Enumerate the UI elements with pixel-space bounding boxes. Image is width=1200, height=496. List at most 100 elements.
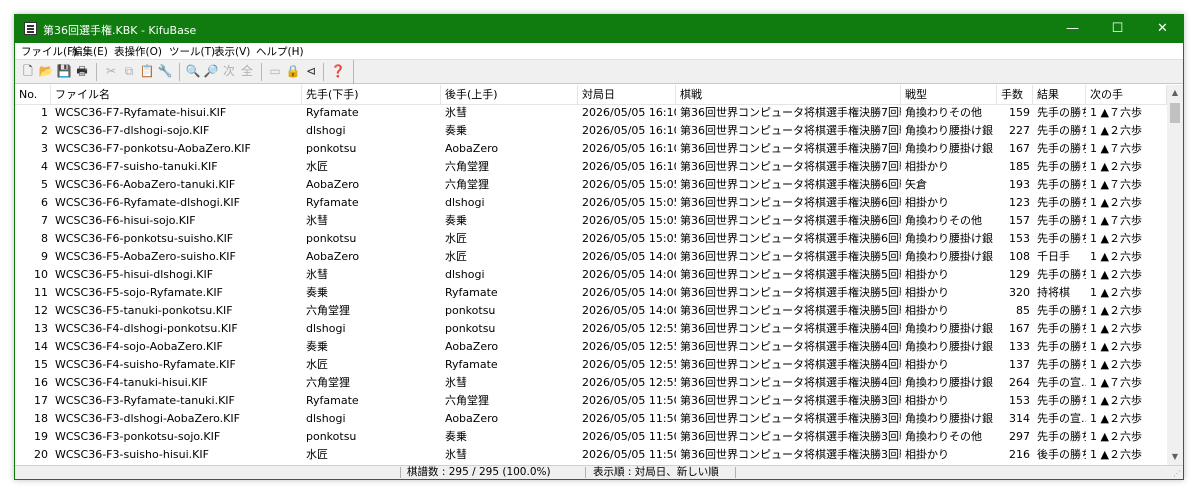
cell-no: 9 — [41, 250, 48, 263]
cell-date: 2026/05/05 15:05 — [582, 232, 676, 245]
cell-file: WCSC36-F7-suisho-tanuki.KIF — [55, 160, 218, 173]
cell-sente: Ryfamate — [306, 394, 359, 407]
scroll-thumb[interactable] — [1170, 103, 1180, 123]
paste-icon[interactable]: 📋 — [139, 63, 155, 79]
maximize-button[interactable]: ☐ — [1095, 15, 1140, 43]
cell-gote: 氷彗 — [445, 106, 467, 119]
status-bar: 棋譜数 : 295 / 295 (100.0%) 表示順 : 対局日、新しい順 … — [15, 465, 1183, 479]
copy-icon[interactable]: ⧉ — [121, 63, 137, 79]
cell-event: 第36回世界コンピュータ将棋選手権決勝7回戦 — [680, 160, 901, 173]
menu-help[interactable]: ヘルプ(H) — [256, 44, 304, 59]
table-row[interactable]: 20 WCSC36-F3-suisho-hisui.KIF 水匠 氷彗 2026/05/… — [15, 446, 1167, 464]
col-header-moves[interactable]: 手数 — [997, 85, 1033, 104]
col-header-opening[interactable]: 戦型 — [901, 85, 997, 104]
resize-grip-icon[interactable]: ⋰ — [1173, 469, 1181, 478]
cell-result: 先手の勝ち — [1037, 340, 1086, 353]
cell-event: 第36回世界コンピュータ将棋選手権決勝4回戦 — [680, 358, 901, 371]
cell-gote: 氷彗 — [445, 448, 467, 461]
save-icon[interactable]: 💾 — [56, 63, 72, 79]
cell-file: WCSC36-F3-suisho-hisui.KIF — [55, 448, 209, 461]
table-row[interactable]: 12 WCSC36-F5-tanuki-ponkotsu.KIF 六角堂狸 ponko… — [15, 302, 1167, 320]
cell-no: 13 — [34, 322, 48, 335]
table-row[interactable]: 6 WCSC36-F6-Ryfamate-dlshogi.KIF Ryfamate d… — [15, 194, 1167, 212]
menu-tools[interactable]: ツール(T) — [169, 44, 215, 59]
minimize-button[interactable]: — — [1050, 15, 1095, 43]
col-header-no[interactable]: No. — [15, 85, 51, 104]
cell-gote: 六角堂狸 — [445, 160, 489, 173]
cell-opening: 角換わり腰掛け銀 — [905, 412, 993, 425]
table-row[interactable]: 9 WCSC36-F5-AobaZero-suisho.KIF AobaZero 水匠… — [15, 248, 1167, 266]
open-folder-icon[interactable]: 📂 — [38, 63, 54, 79]
table-row[interactable]: 14 WCSC36-F4-sojo-AobaZero.KIF 奏乗 AobaZero 2… — [15, 338, 1167, 356]
col-header-next-move[interactable]: 次の手 — [1086, 85, 1167, 104]
table-row[interactable]: 1 WCSC36-F7-Ryfamate-hisui.KIF Ryfamate 氷彗 2… — [15, 104, 1167, 122]
col-header-file[interactable]: ファイル名 — [51, 85, 302, 104]
app-icon[interactable] — [24, 22, 37, 35]
cell-next-move: 1 ▲２六歩 — [1090, 394, 1142, 407]
all-icon[interactable]: 全 — [239, 63, 255, 79]
table-row[interactable]: 2 WCSC36-F7-dlshogi-sojo.KIF dlshogi 奏乗 2026… — [15, 122, 1167, 140]
col-header-sente[interactable]: 先手(下手) — [302, 85, 441, 104]
cell-sente: 水匠 — [306, 160, 328, 173]
cell-event: 第36回世界コンピュータ将棋選手権決勝5回戦 — [680, 268, 901, 281]
lock-icon[interactable]: 🔒 — [285, 63, 301, 79]
scroll-up-icon[interactable]: ▲ — [1167, 85, 1183, 101]
cell-gote: ponkotsu — [445, 304, 496, 317]
next-icon[interactable]: 次 — [221, 63, 237, 79]
cell-moves: 108 — [1009, 250, 1030, 263]
title-bar[interactable]: 第36回選手権.KBK - KifuBase — ☐ ✕ — [15, 15, 1183, 43]
cell-date: 2026/05/05 11:50 — [582, 430, 676, 443]
scroll-down-icon[interactable]: ▼ — [1167, 449, 1183, 465]
table-row[interactable]: 13 WCSC36-F4-dlshogi-ponkotsu.KIF dlshogi p… — [15, 320, 1167, 338]
close-button[interactable]: ✕ — [1140, 15, 1185, 43]
cell-next-move: 1 ▲７六歩 — [1090, 178, 1142, 191]
cell-moves: 314 — [1009, 412, 1030, 425]
wrench-icon[interactable]: 🔧 — [157, 63, 173, 79]
window-title: 第36回選手権.KBK - KifuBase — [43, 24, 197, 37]
board-icon[interactable]: ▭ — [267, 63, 283, 79]
cell-opening: 相掛かり — [905, 268, 949, 281]
cell-date: 2026/05/05 11:50 — [582, 448, 676, 461]
cell-file: WCSC36-F6-Ryfamate-dlshogi.KIF — [55, 196, 240, 209]
cell-no: 20 — [34, 448, 48, 461]
cell-opening: 相掛かり — [905, 286, 949, 299]
cut-icon[interactable]: ✂ — [103, 63, 119, 79]
menu-view[interactable]: 表示(V) — [214, 44, 250, 59]
cell-moves: 153 — [1009, 232, 1030, 245]
cell-no: 8 — [41, 232, 48, 245]
cell-sente: ponkotsu — [306, 232, 357, 245]
table-row[interactable]: 19 WCSC36-F3-ponkotsu-sojo.KIF ponkotsu 奏乗 2… — [15, 428, 1167, 446]
game-list-table[interactable]: No. ファイル名 先手(下手) 後手(上手) 対局日 棋戦 戦型 手数 結果 … — [15, 85, 1167, 465]
table-row[interactable]: 15 WCSC36-F4-suisho-Ryfamate.KIF 水匠 Ryfamat… — [15, 356, 1167, 374]
search-icon[interactable]: 🔍 — [185, 63, 201, 79]
cell-moves: 264 — [1009, 376, 1030, 389]
cell-result: 先手の宣... — [1037, 376, 1086, 389]
table-row[interactable]: 7 WCSC36-F6-hisui-sojo.KIF 氷彗 奏乗 2026/05/05 … — [15, 212, 1167, 230]
cell-next-move: 1 ▲２六歩 — [1090, 250, 1142, 263]
table-row[interactable]: 17 WCSC36-F3-Ryfamate-tanuki.KIF Ryfamate 六… — [15, 392, 1167, 410]
new-file-icon[interactable]: 🗋 — [20, 63, 36, 79]
table-row[interactable]: 18 WCSC36-F3-dlshogi-AobaZero.KIF dlshogi A… — [15, 410, 1167, 428]
cell-opening: 相掛かり — [905, 358, 949, 371]
table-row[interactable]: 5 WCSC36-F6-AobaZero-tanuki.KIF AobaZero 六角… — [15, 176, 1167, 194]
cell-next-move: 1 ▲７六歩 — [1090, 214, 1142, 227]
table-row[interactable]: 3 WCSC36-F7-ponkotsu-AobaZero.KIF ponkotsu… — [15, 140, 1167, 158]
table-row[interactable]: 10 WCSC36-F5-hisui-dlshogi.KIF 氷彗 dlshogi 20… — [15, 266, 1167, 284]
col-header-result[interactable]: 結果 — [1033, 85, 1086, 104]
col-header-gote[interactable]: 後手(上手) — [441, 85, 578, 104]
vertical-scrollbar[interactable]: ▲ ▼ — [1167, 85, 1183, 465]
menu-edit[interactable]: 編集(E) — [72, 44, 108, 59]
table-row[interactable]: 16 WCSC36-F4-tanuki-hisui.KIF 六角堂狸 氷彗 2026/0… — [15, 374, 1167, 392]
play-back-icon[interactable]: ⊲ — [303, 63, 319, 79]
print-icon[interactable]: 🖶 — [74, 63, 90, 79]
menu-table-ops[interactable]: 表操作(O) — [114, 44, 162, 59]
cell-no: 1 — [41, 106, 48, 119]
table-row[interactable]: 4 WCSC36-F7-suisho-tanuki.KIF 水匠 六角堂狸 2026/0… — [15, 158, 1167, 176]
table-row[interactable]: 11 WCSC36-F5-sojo-Ryfamate.KIF 奏乗 Ryfamate 2… — [15, 284, 1167, 302]
menu-file[interactable]: ファイル(F) — [21, 44, 77, 59]
col-header-date[interactable]: 対局日 — [578, 85, 676, 104]
table-row[interactable]: 8 WCSC36-F6-ponkotsu-suisho.KIF ponkotsu 水匠… — [15, 230, 1167, 248]
search-next-icon[interactable]: 🔎 — [203, 63, 219, 79]
help-icon[interactable]: ❓ — [330, 63, 346, 79]
col-header-event[interactable]: 棋戦 — [676, 85, 901, 104]
